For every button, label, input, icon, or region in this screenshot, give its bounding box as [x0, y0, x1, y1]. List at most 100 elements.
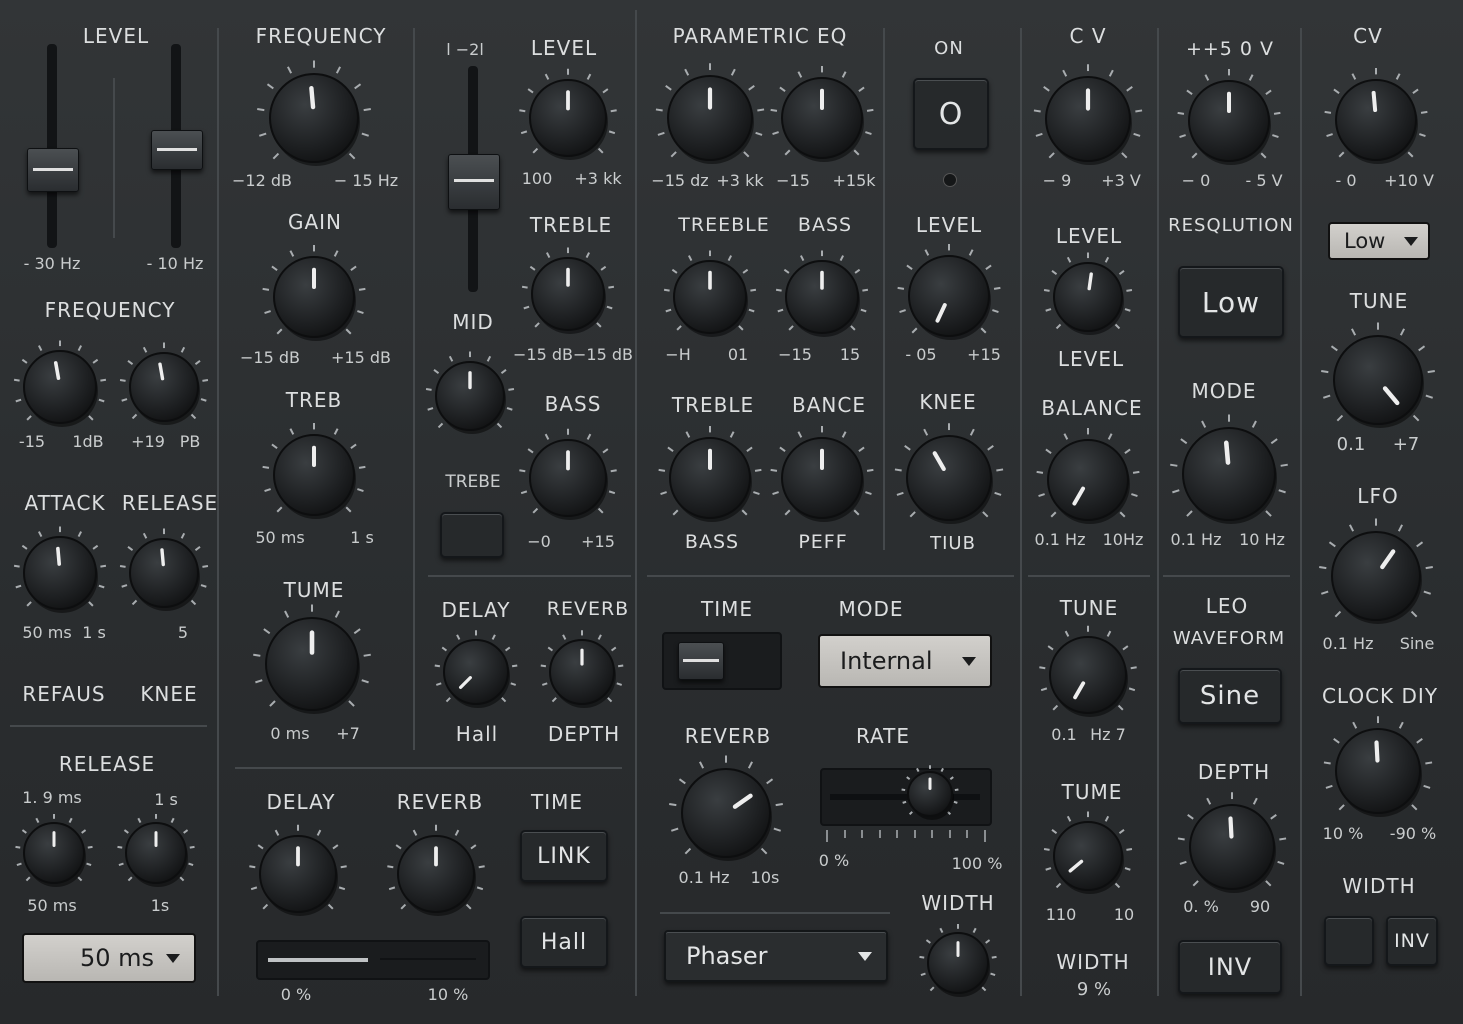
delay-knob[interactable]	[245, 821, 351, 927]
mode2-knob[interactable]	[1165, 410, 1293, 538]
cv-level-label: LEVEL	[1055, 224, 1123, 248]
level-slider-b[interactable]	[146, 44, 206, 248]
bance-knob[interactable]	[766, 422, 878, 534]
tune-cv-knob[interactable]	[1035, 622, 1141, 728]
attack-knob[interactable]	[10, 523, 110, 623]
release-knob[interactable]	[116, 525, 212, 621]
bass3-min-label: −0	[527, 532, 551, 551]
treble3-knob[interactable]	[518, 244, 618, 344]
mid-fader[interactable]	[442, 66, 504, 292]
slider-a-min-label: - 30 Hz	[23, 254, 81, 273]
eq-treble-sub-label: BASS	[684, 531, 740, 553]
mode-dropdown-value: Internal	[840, 647, 933, 675]
balance-knob[interactable]	[1032, 424, 1144, 536]
depth-knob[interactable]	[1173, 788, 1291, 906]
rate-tick	[931, 830, 933, 838]
bass3-label: BASS	[544, 392, 602, 416]
reverb3-label: REVERB	[546, 598, 630, 620]
clock-knob[interactable]	[1319, 712, 1437, 830]
reverb-knob[interactable]	[383, 821, 489, 927]
mode-dropdown[interactable]: Internal	[818, 634, 992, 688]
eq-bass-knob[interactable]	[772, 247, 872, 347]
treb-label: TREB	[285, 388, 343, 412]
reverb2-knob[interactable]	[664, 751, 788, 875]
depth-min-label: 0. %	[1183, 897, 1219, 916]
freq-a-max-label: 1dB	[72, 432, 104, 451]
on-level-knob[interactable]	[893, 240, 1005, 352]
right-inv-button[interactable]: INV	[1386, 916, 1438, 966]
inv-button[interactable]: INV	[1178, 940, 1282, 994]
balance-min-label: 0.1 Hz	[1034, 530, 1086, 549]
knee-label: KNEE	[140, 682, 198, 706]
tume-label: TUME	[283, 578, 345, 602]
mid-knob[interactable]	[422, 348, 518, 444]
freq-b-max-label: PB	[179, 432, 201, 451]
voltage-label: ++5 0 V	[1185, 38, 1275, 60]
trebe-button[interactable]	[440, 512, 504, 558]
divider	[428, 575, 631, 577]
rel-b-bot-label: 1s	[150, 896, 170, 915]
voltage-knob[interactable]	[1173, 65, 1285, 177]
time2-label: TIME	[700, 597, 754, 621]
frequency-knob-a[interactable]	[10, 337, 110, 437]
waveform-button[interactable]: Sine	[1178, 668, 1282, 724]
width-toggle-button[interactable]	[1324, 916, 1374, 966]
rate-slider[interactable]	[820, 765, 992, 826]
effect-dropdown[interactable]: Phaser	[664, 930, 888, 982]
time-switch[interactable]	[662, 632, 782, 690]
gain-knob[interactable]	[258, 241, 370, 353]
eq-treble-knob[interactable]	[654, 422, 766, 534]
release-time-knob-a[interactable]	[12, 811, 96, 895]
treb-knob[interactable]	[258, 419, 370, 531]
reverb3-knob[interactable]	[537, 627, 627, 717]
rate-thumb[interactable]	[899, 763, 961, 825]
release-time-knob-b[interactable]	[114, 811, 198, 895]
chevron-down-icon	[962, 656, 976, 666]
rate-tick	[878, 830, 881, 838]
right-cv-knob[interactable]	[1320, 64, 1432, 176]
cv-level-knob[interactable]	[1040, 249, 1136, 345]
mode-label: MODE	[838, 597, 904, 621]
tume-cv-knob[interactable]	[1040, 808, 1136, 904]
rate-tick	[896, 830, 898, 838]
range-dropdown[interactable]: Low	[1328, 222, 1430, 260]
rate-label: RATE	[855, 724, 911, 748]
time-dropdown[interactable]: 50 ms	[22, 933, 196, 983]
level-slider-a[interactable]	[22, 44, 82, 248]
bass3-knob[interactable]	[515, 425, 621, 531]
rel-b-top-label: 1 s	[154, 790, 178, 809]
attack-max-label: 1 s	[82, 623, 106, 642]
eq-knob-1[interactable]	[651, 59, 769, 177]
delay3-knob[interactable]	[431, 627, 521, 717]
balance-label: BALANCE	[1041, 396, 1143, 420]
on-button[interactable]: O	[913, 78, 989, 150]
link-button[interactable]: LINK	[520, 830, 608, 882]
waveform-label: WAVEFORM	[1172, 628, 1286, 649]
level3-knob[interactable]	[515, 65, 621, 171]
level3-label: LEVEL	[530, 36, 598, 60]
frequency2-knob[interactable]	[252, 56, 376, 180]
width2-knob[interactable]	[916, 921, 1000, 1005]
attack-min-label: 50 ms	[22, 623, 72, 642]
right-tune-knob[interactable]	[1316, 318, 1440, 442]
tume-cv-label: TUME	[1061, 780, 1123, 804]
cv-knob[interactable]	[1029, 60, 1147, 178]
frequency-knob-b[interactable]	[116, 339, 212, 435]
on-knee-knob[interactable]	[890, 419, 1008, 537]
eq-title: PARAMETRIC EQ	[672, 24, 848, 48]
right-cv-label: CV	[1353, 24, 1383, 48]
treble3-label: TREBLE	[529, 213, 613, 237]
treeble-knob[interactable]	[660, 247, 760, 347]
delay3-label: DELAY	[441, 598, 511, 622]
divider	[113, 78, 115, 238]
resolution-button[interactable]: Low	[1178, 266, 1284, 338]
frequency-label: FREQUENCY	[44, 298, 176, 322]
time-label: TIME	[530, 790, 584, 814]
reverb2-label: REVERB	[684, 724, 772, 748]
hall-button[interactable]: Hall	[520, 916, 608, 968]
tume-max-label: +7	[336, 724, 360, 743]
on-level-max-label: +15	[967, 345, 1001, 364]
lfo-knob[interactable]	[1314, 514, 1438, 638]
eq-knob-2[interactable]	[766, 62, 878, 174]
tume-knob[interactable]	[248, 600, 376, 728]
